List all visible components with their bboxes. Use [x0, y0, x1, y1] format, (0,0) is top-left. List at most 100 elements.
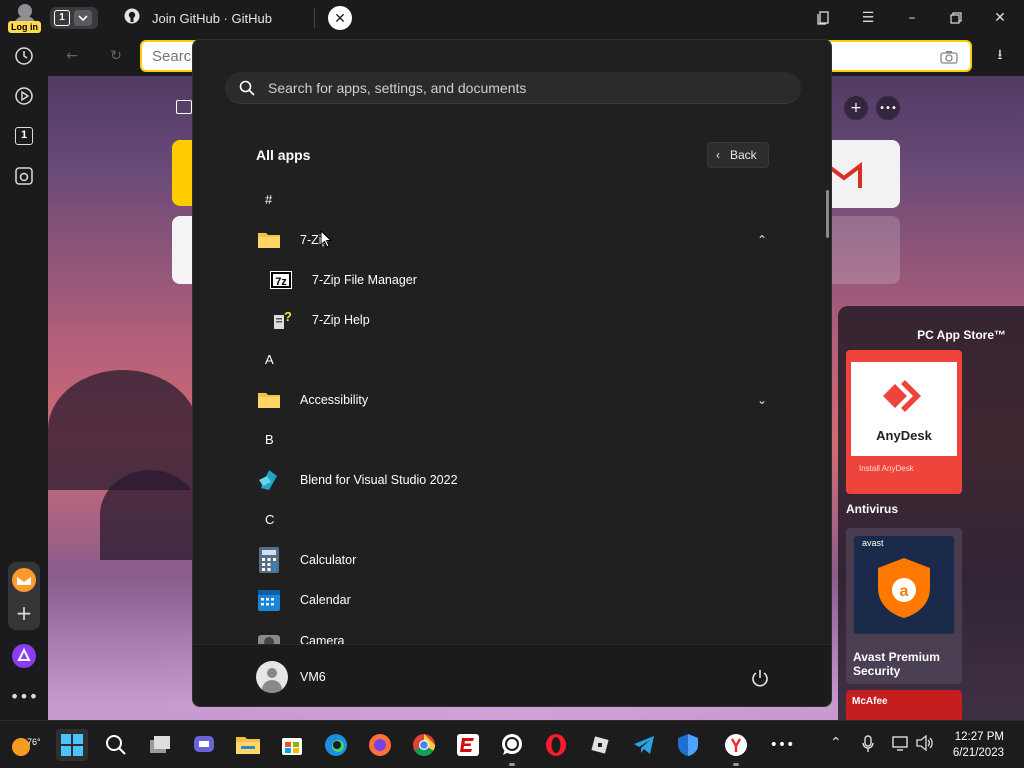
app-label: 7-Zip Help [312, 313, 370, 327]
app-label: Calendar [300, 593, 351, 607]
calculator-icon [259, 547, 279, 577]
reload-icon[interactable]: ↻ [94, 38, 138, 74]
tab-title: Join GitHub · GitHub [152, 10, 272, 26]
edge-icon[interactable] [320, 729, 352, 761]
maximize-button[interactable] [934, 0, 978, 36]
minimize-button[interactable]: – [890, 0, 934, 36]
letter-header[interactable]: A [265, 352, 274, 367]
scrollbar-thumb[interactable] [826, 190, 829, 238]
user-name[interactable]: VM6 [300, 670, 326, 684]
running-indicator [509, 763, 515, 766]
anydesk-card[interactable]: AnyDesk Install AnyDesk [846, 350, 962, 494]
weather-temperature: 76° [27, 737, 41, 747]
task-view-icon[interactable] [144, 729, 176, 761]
history-icon[interactable] [10, 42, 38, 70]
avast-brand: avast [862, 538, 884, 548]
espn-icon[interactable] [452, 729, 484, 761]
weather-widget[interactable]: 76° [6, 729, 41, 761]
user-avatar[interactable] [256, 661, 288, 693]
tabs-count-icon[interactable]: 1 [10, 122, 38, 150]
app-7zip-help[interactable]: ? 7-Zip Help [193, 300, 831, 340]
svg-text:?: ? [284, 309, 291, 324]
app-calendar[interactable]: Calendar [193, 580, 831, 620]
network-icon[interactable] [892, 735, 910, 755]
opera-icon[interactable] [540, 729, 572, 761]
more-options-icon[interactable]: ••• [10, 682, 38, 710]
volume-icon[interactable] [916, 734, 934, 755]
section-heading: Antivirus [846, 502, 899, 516]
taskbar-clock[interactable]: 12:27 PM 6/21/2023 [953, 729, 1004, 761]
clock-date: 6/21/2023 [952, 747, 1004, 759]
screenshot-icon[interactable] [10, 162, 38, 190]
tab-github[interactable]: Join GitHub · GitHub [116, 0, 272, 36]
start-search-input[interactable]: Search for apps, settings, and documents [225, 72, 801, 104]
add-tile-button[interactable]: + [844, 96, 868, 120]
tab-count-button[interactable]: 1 [50, 7, 98, 29]
chrome-icon[interactable] [408, 729, 440, 761]
mail-icon[interactable] [10, 566, 38, 594]
anydesk-name: AnyDesk [876, 428, 932, 443]
speed-dial-tile[interactable] [172, 216, 192, 284]
app-blend[interactable]: Blend for Visual Studio 2022 [193, 460, 831, 500]
app-label: Blend for Visual Studio 2022 [300, 473, 458, 487]
wallpaper-mountain [100, 470, 200, 560]
7zip-icon: 7z [270, 271, 292, 289]
new-tab-page-icon[interactable] [176, 100, 192, 114]
letter-header[interactable]: C [265, 512, 274, 527]
wallpaper-mountain [48, 370, 198, 490]
chevron-left-icon: ‹ [716, 148, 720, 162]
install-anydesk-link[interactable]: Install AnyDesk [859, 464, 914, 473]
download-icon[interactable]: ⭳ [978, 38, 1022, 74]
app-7zip-file-manager[interactable]: 7z 7-Zip File Manager [193, 260, 831, 300]
app-store-panel: PC App Store™ AnyDesk Install AnyDesk An… [838, 306, 1024, 720]
more-icon[interactable]: ••• [876, 96, 900, 120]
store-header: PC App Store™ [917, 328, 1006, 342]
telegram-icon[interactable] [628, 729, 660, 761]
windows-start-button[interactable] [56, 729, 88, 761]
folder-7zip[interactable]: 7-Zip ⌃ [193, 220, 831, 260]
whatsapp-icon[interactable] [496, 729, 528, 766]
close-window-button[interactable]: ✕ [978, 0, 1022, 36]
close-tab-button[interactable]: ✕ [328, 6, 352, 30]
letter-header[interactable]: # [265, 192, 272, 207]
avast-name: Avast Premium Security [853, 650, 940, 678]
microphone-icon[interactable] [862, 735, 874, 757]
mcafee-card[interactable]: McAfee [846, 690, 962, 720]
login-button[interactable]: Log in [6, 2, 42, 34]
speed-dial-tile[interactable] [832, 216, 900, 284]
back-button[interactable]: ‹ Back [707, 142, 769, 168]
add-icon[interactable]: + [10, 599, 38, 627]
windows-security-icon[interactable] [672, 729, 704, 761]
firefox-icon[interactable] [364, 729, 396, 761]
show-hidden-icons-chevron[interactable]: ⌃ [830, 735, 842, 751]
chevron-down-icon[interactable] [74, 10, 92, 26]
back-arrow-icon[interactable]: ← [50, 38, 94, 74]
speed-dial-tile[interactable] [172, 140, 192, 206]
mouse-cursor-icon [320, 229, 333, 252]
taskbar: 76° ••• ⌃ 12:27 PM 6/21/2023 [0, 720, 1024, 768]
camera-search-icon[interactable] [940, 49, 958, 68]
avast-card[interactable]: avast a Avast Premium Security [846, 528, 962, 684]
start-footer: VM6 [193, 644, 831, 706]
search-icon[interactable] [100, 729, 132, 761]
yandex-browser-icon[interactable] [720, 729, 752, 766]
app-calculator[interactable]: Calculator [193, 540, 831, 580]
alice-assistant-icon[interactable] [10, 642, 38, 670]
file-explorer-icon[interactable] [232, 729, 264, 761]
play-icon[interactable] [10, 82, 38, 110]
taskbar-overflow-icon[interactable]: ••• [766, 729, 798, 761]
chevron-down-icon: ⌄ [757, 393, 768, 407]
login-label: Log in [8, 21, 41, 33]
power-icon[interactable] [751, 669, 769, 691]
folder-accessibility[interactable]: Accessibility ⌄ [193, 380, 831, 420]
menu-icon[interactable]: ☰ [846, 0, 890, 36]
anydesk-logo-icon [883, 380, 921, 412]
teams-chat-icon[interactable] [188, 729, 220, 761]
folder-icon [257, 230, 281, 254]
bookmarks-icon[interactable] [802, 0, 846, 36]
letter-header[interactable]: B [265, 432, 274, 447]
gmail-tile[interactable] [826, 140, 900, 208]
microsoft-store-icon[interactable] [276, 729, 308, 761]
back-label: Back [730, 148, 757, 162]
roblox-icon[interactable] [584, 729, 616, 761]
